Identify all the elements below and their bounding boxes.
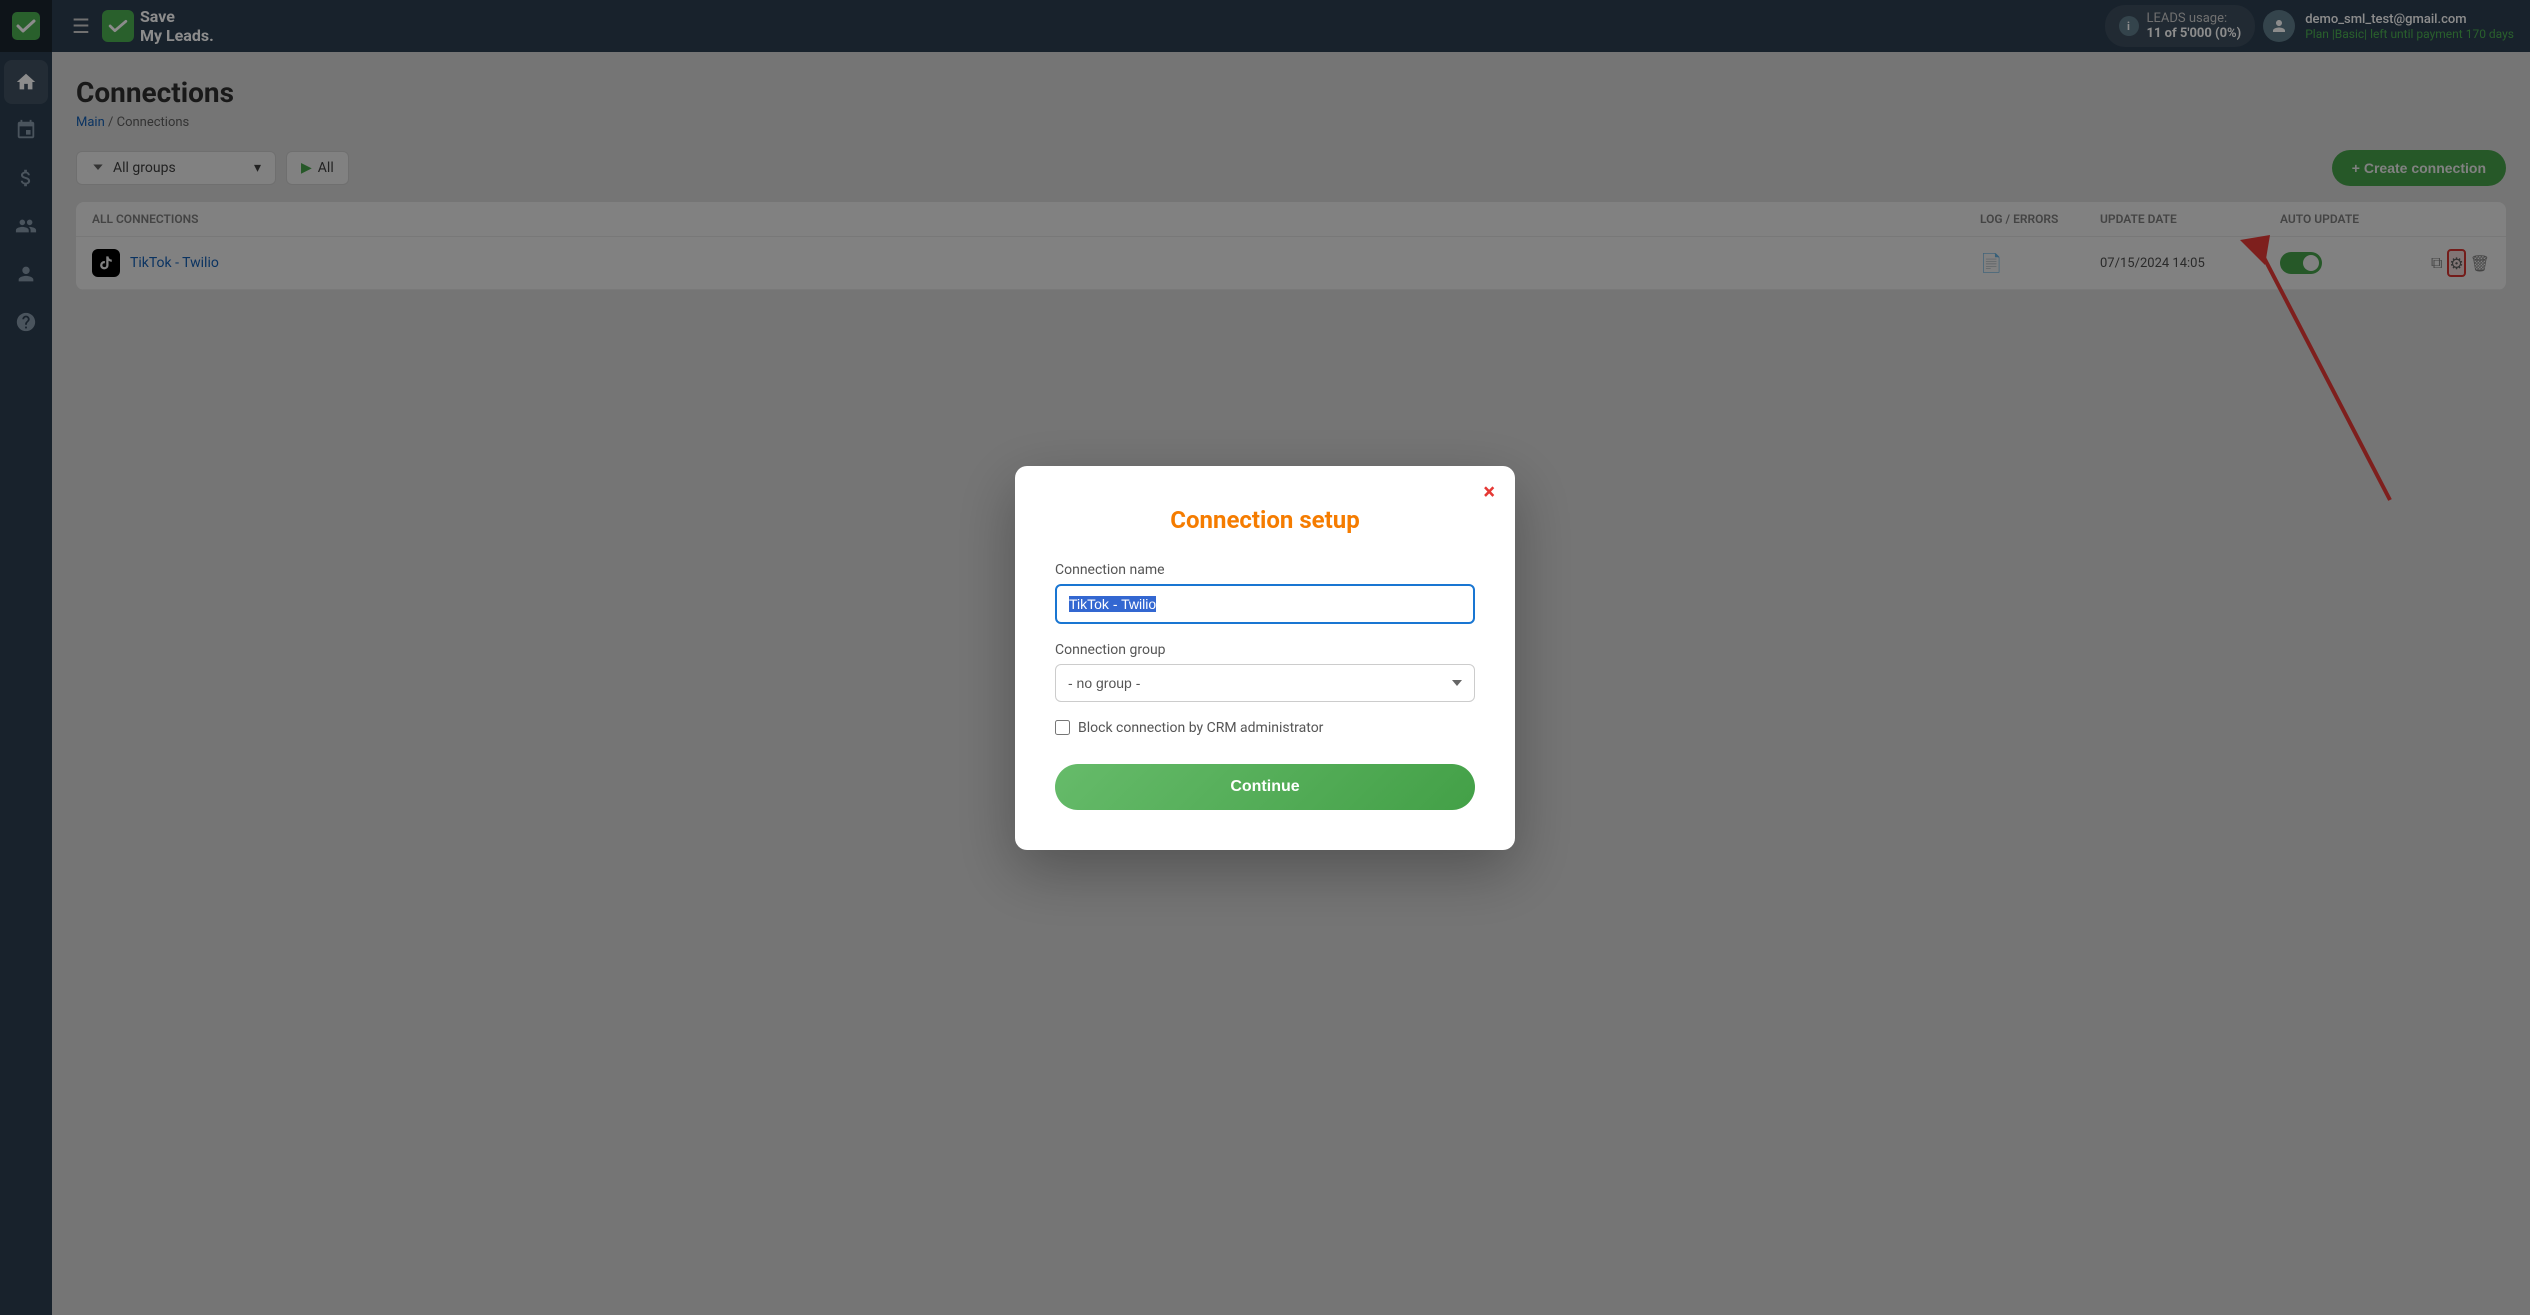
- connection-name-label: Connection name: [1055, 562, 1475, 578]
- connection-group-label: Connection group: [1055, 642, 1475, 658]
- modal-title: Connection setup: [1055, 506, 1475, 534]
- block-connection-label[interactable]: Block connection by CRM administrator: [1055, 720, 1475, 736]
- continue-button[interactable]: Continue: [1055, 764, 1475, 810]
- connection-name-input[interactable]: [1055, 584, 1475, 624]
- connection-group-select[interactable]: - no group -: [1055, 664, 1475, 702]
- modal-overlay[interactable]: × Connection setup Connection name Conne…: [0, 0, 2530, 1315]
- block-connection-checkbox[interactable]: [1055, 720, 1070, 735]
- connection-setup-modal: × Connection setup Connection name Conne…: [1015, 466, 1515, 850]
- modal-close-button[interactable]: ×: [1483, 482, 1495, 504]
